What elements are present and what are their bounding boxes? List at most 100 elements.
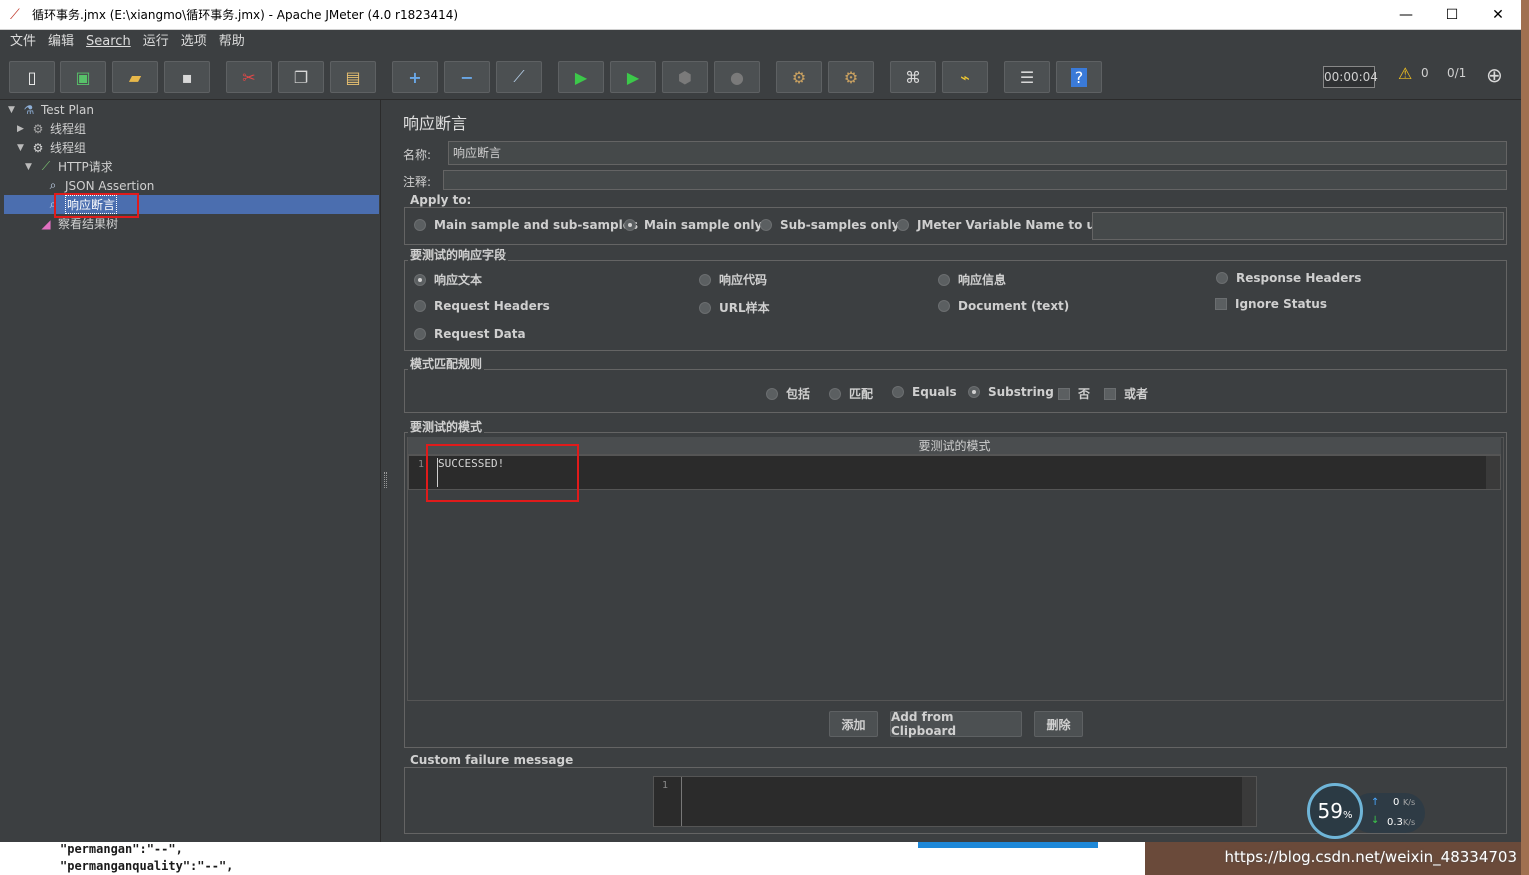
stop-button[interactable]: ⬢ — [662, 61, 708, 93]
reset-search-button[interactable]: ⌁ — [942, 61, 988, 93]
remote-globe-icon[interactable]: ⊕ — [1486, 63, 1503, 87]
templates-button[interactable]: ▣ — [60, 61, 106, 93]
radio-response-headers[interactable]: Response Headers — [1216, 271, 1361, 285]
clear-all-button[interactable]: ⚙ — [828, 61, 874, 93]
expand-arrow-icon[interactable]: ▼ — [25, 162, 35, 172]
custom-failure-editor[interactable]: 1 — [653, 776, 1257, 827]
start-button[interactable]: ▶ — [558, 61, 604, 93]
radio-request-headers[interactable]: Request Headers — [414, 299, 550, 313]
menu-run[interactable]: 运行 — [137, 30, 175, 54]
menu-options[interactable]: 选项 — [175, 30, 213, 54]
new-button[interactable]: ▯ — [9, 61, 55, 93]
tree-item-thread-group-2[interactable]: ▼ ⚙ 线程组 — [17, 138, 86, 157]
tree-item-test-plan[interactable]: ▼ ⚗ Test Plan — [8, 100, 94, 119]
desktop-edge — [1521, 0, 1529, 875]
checkbox-box[interactable] — [1058, 387, 1070, 400]
radio-dot[interactable] — [938, 273, 950, 286]
download-arrow-icon: ↓ — [1371, 815, 1380, 826]
radio-dot[interactable] — [414, 219, 426, 231]
toggle-button[interactable]: ⟋ — [496, 61, 542, 93]
radio-dot[interactable] — [1216, 272, 1228, 284]
expand-arrow-icon[interactable]: ▼ — [17, 143, 27, 153]
radio-substring[interactable]: Substring — [968, 385, 1054, 399]
radio-document-text[interactable]: Document (text) — [938, 299, 1069, 313]
radio-dot[interactable] — [414, 328, 426, 340]
scrollbar[interactable] — [1242, 777, 1256, 826]
pipette-icon: ⟋ — [41, 159, 51, 173]
save-icon: ▪ — [181, 67, 193, 87]
radio-dot[interactable] — [624, 219, 636, 231]
gear-icon: ⚙ — [32, 140, 44, 155]
copy-icon: ❐ — [293, 67, 309, 87]
name-input[interactable]: 响应断言 — [448, 141, 1507, 165]
expand-arrow-icon[interactable]: ▼ — [8, 105, 18, 115]
tree-item-thread-group-1[interactable]: ▶ ⚙ 线程组 — [17, 119, 86, 138]
radio-sub-only[interactable]: Sub-samples only — [760, 218, 899, 232]
radio-main-only[interactable]: Main sample only — [624, 218, 762, 232]
radio-dot[interactable] — [968, 386, 980, 398]
clear-button[interactable]: ⚙ — [776, 61, 822, 93]
save-button[interactable]: ▪ — [164, 61, 210, 93]
radio-jmeter-variable[interactable]: JMeter Variable Name to use — [897, 218, 1110, 232]
patterns-title: 要测试的模式 — [408, 418, 485, 435]
menu-file[interactable]: 文件 — [4, 30, 42, 54]
shutdown-button[interactable]: ● — [714, 61, 760, 93]
collapse-button[interactable]: − — [444, 61, 490, 93]
start-no-pause-button[interactable]: ▶ — [610, 61, 656, 93]
radio-dot[interactable] — [897, 219, 909, 231]
expand-button[interactable]: + — [392, 61, 438, 93]
radio-dot[interactable] — [938, 300, 950, 312]
close-button[interactable]: ✕ — [1475, 0, 1521, 30]
ignore-status-checkbox[interactable]: Ignore Status — [1215, 297, 1327, 311]
radio-dot[interactable] — [829, 387, 841, 400]
menu-edit[interactable]: 编辑 — [42, 30, 80, 54]
maximize-button[interactable]: ☐ — [1429, 0, 1475, 30]
radio-contains[interactable]: 包括 — [766, 385, 810, 402]
scrollbar[interactable] — [1486, 456, 1500, 489]
tree-item-http-request[interactable]: ▼ ⟋ HTTP请求 — [25, 157, 113, 176]
radio-dot[interactable] — [699, 273, 711, 286]
radio-dot[interactable] — [766, 387, 778, 400]
jmeter-variable-input[interactable] — [1092, 212, 1504, 240]
panel-splitter[interactable] — [381, 100, 391, 842]
network-speed-widget[interactable]: ↑ 0 K/s ↓ 0.3 K/s 59% — [1307, 783, 1425, 839]
copy-button[interactable]: ❐ — [278, 61, 324, 93]
radio-matches[interactable]: 匹配 — [829, 385, 873, 402]
collapsed-arrow-icon[interactable]: ▶ — [17, 124, 27, 134]
add-from-clipboard-button[interactable]: Add from Clipboard — [890, 710, 1022, 738]
radio-dot[interactable] — [699, 301, 711, 314]
menu-help[interactable]: 帮助 — [213, 30, 251, 54]
radio-main-and-sub[interactable]: Main sample and sub-samples — [414, 218, 638, 232]
help-button[interactable]: ? — [1056, 61, 1102, 93]
radio-dot[interactable] — [414, 273, 426, 286]
title-bar: ⟋ 循环事务.jmx (E:\xiangmo\循环事务.jmx) - Apach… — [0, 0, 1521, 30]
add-button[interactable]: 添加 — [829, 711, 878, 737]
checkbox-box[interactable] — [1215, 298, 1227, 310]
comment-label: 注释: — [403, 175, 432, 189]
radio-response-message[interactable]: 响应信息 — [938, 271, 1006, 288]
menu-search[interactable]: Search — [80, 30, 137, 54]
radio-dot[interactable] — [760, 219, 772, 231]
warning-icon[interactable]: ⚠ — [1398, 64, 1412, 83]
minimize-button[interactable]: — — [1383, 0, 1429, 30]
checkbox-box[interactable] — [1104, 387, 1116, 400]
open-button[interactable]: ▰ — [112, 61, 158, 93]
broom-all-icon: ⚙ — [843, 67, 859, 87]
function-helper-button[interactable]: ☰ — [1004, 61, 1050, 93]
delete-button[interactable]: 删除 — [1034, 711, 1083, 737]
radio-request-data[interactable]: Request Data — [414, 327, 526, 341]
radio-equals[interactable]: Equals — [892, 385, 957, 399]
radio-dot[interactable] — [892, 386, 904, 398]
paste-button[interactable]: ▤ — [330, 61, 376, 93]
comment-input[interactable] — [443, 170, 1507, 190]
splitter-grip[interactable] — [384, 472, 387, 488]
cut-button[interactable]: ✂ — [226, 61, 272, 93]
radio-dot[interactable] — [414, 300, 426, 312]
radio-response-code[interactable]: 响应代码 — [699, 271, 767, 288]
not-checkbox[interactable]: 否 — [1058, 385, 1090, 402]
or-checkbox[interactable]: 或者 — [1104, 385, 1148, 402]
radio-response-text[interactable]: 响应文本 — [414, 271, 482, 288]
search-button[interactable]: ⌘ — [890, 61, 936, 93]
download-speed: 0.3 — [1387, 817, 1403, 828]
radio-url-sample[interactable]: URL样本 — [699, 299, 770, 316]
